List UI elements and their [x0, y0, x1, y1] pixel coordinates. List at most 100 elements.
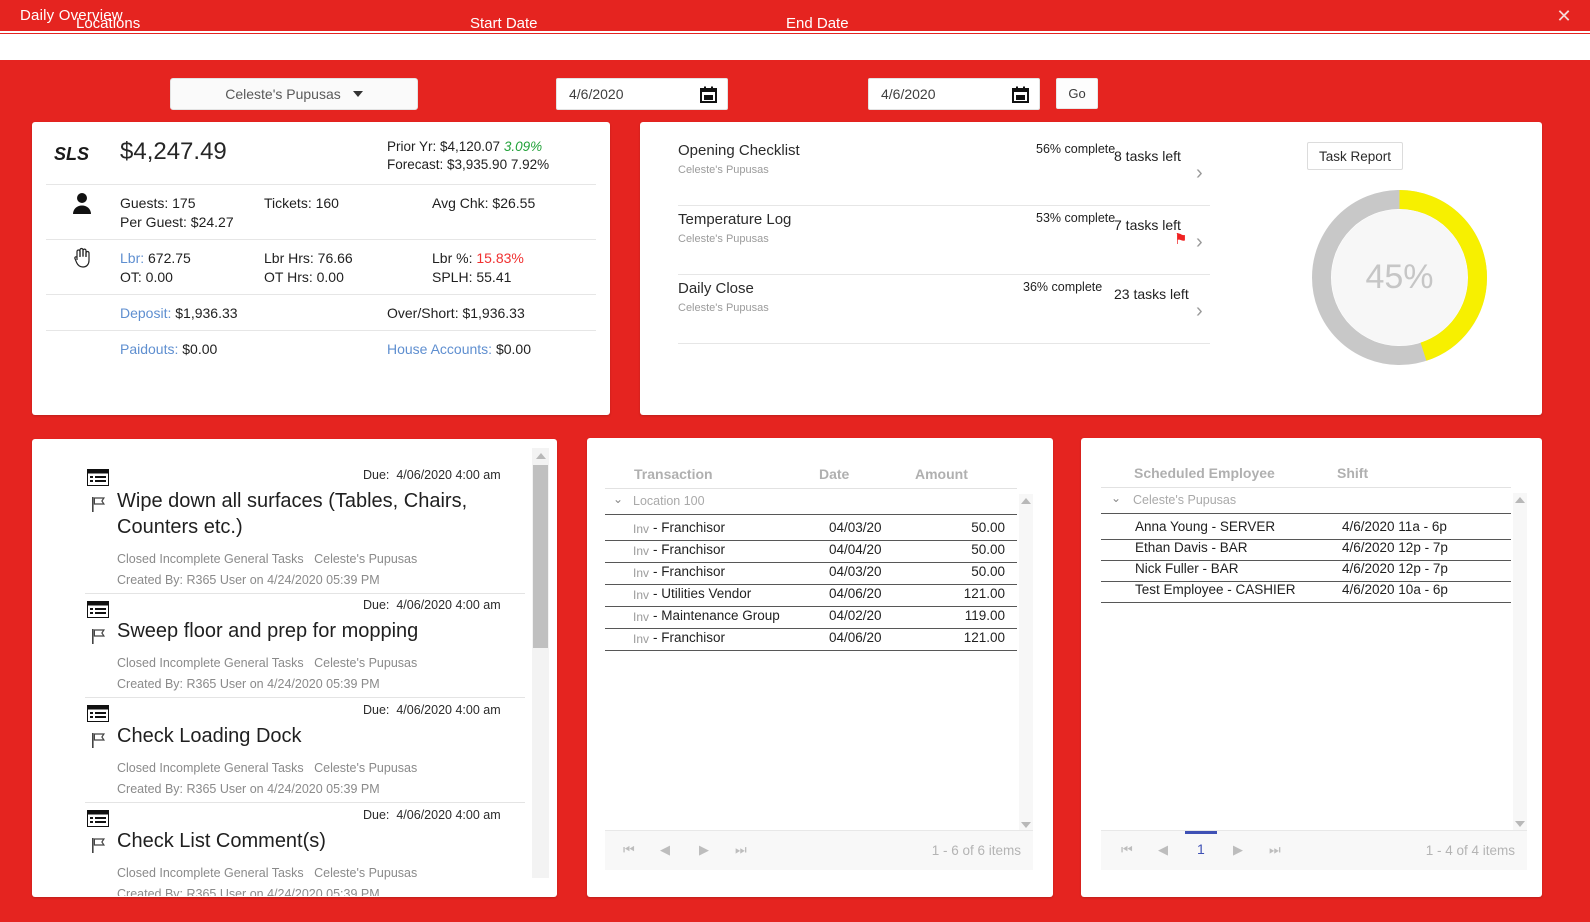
- table-row[interactable]: Test Employee - CASHIER 4/6/2020 10a - 6…: [1101, 581, 1511, 602]
- scroll-up-icon[interactable]: [532, 448, 549, 464]
- task-created: Created By: R365 User on 4/24/2020 05:39…: [117, 677, 380, 691]
- divider: [1101, 513, 1511, 514]
- daily-overview-app: Daily Overview ✕ Locations Celeste's Pup…: [0, 0, 1590, 922]
- chevron-right-icon[interactable]: ›: [1196, 162, 1203, 185]
- tasks-list: Due: 4/06/2020 4:00 am Wipe down all sur…: [33, 440, 540, 896]
- first-page-icon[interactable]: ⏮: [623, 842, 635, 858]
- guests-value: Guests: 175: [120, 195, 196, 211]
- task-due: Due: 4/06/2020 4:00 am: [363, 808, 501, 822]
- schedule-scrollbar[interactable]: [1513, 493, 1527, 831]
- splh-value: SPLH: 55.41: [432, 269, 512, 285]
- transaction-name: - Franchisor: [653, 630, 726, 645]
- start-date-input[interactable]: 4/6/2020: [556, 78, 728, 110]
- chevron-right-icon[interactable]: ›: [1196, 231, 1203, 254]
- next-page-icon[interactable]: ▶: [1233, 842, 1243, 858]
- task-report-button[interactable]: Task Report: [1307, 142, 1403, 170]
- location-dropdown[interactable]: Celeste's Pupusas: [170, 78, 418, 110]
- tickets-value: Tickets: 160: [264, 195, 339, 211]
- schedule-item-count: 1 - 4 of 4 items: [1425, 843, 1515, 858]
- column-header-scheduled-employee[interactable]: Scheduled Employee: [1134, 465, 1275, 481]
- employee-shift: 4/6/2020 11a - 6p: [1342, 519, 1447, 534]
- divider: [678, 343, 1210, 344]
- toolbar-spacer: [0, 34, 1590, 60]
- divider: [46, 330, 596, 331]
- task-due: Due: 4/06/2020 4:00 am: [363, 703, 501, 717]
- table-row[interactable]: Inv - Franchisor 04/03/20 50.00: [605, 519, 1017, 540]
- last-page-icon[interactable]: ⏭: [1269, 842, 1281, 858]
- overtime-hours: OT Hrs: 0.00: [264, 269, 344, 285]
- employee-shift: 4/6/2020 12p - 7p: [1342, 540, 1448, 555]
- prior-year: Prior Yr: $4,120.07 3.09%: [387, 139, 543, 154]
- divider: [85, 593, 525, 594]
- start-date-value: 4/6/2020: [569, 86, 624, 102]
- divider: [605, 488, 1017, 489]
- transaction-amount: 50.00: [971, 564, 1005, 579]
- transaction-amount: 121.00: [963, 630, 1005, 645]
- transaction-name: - Franchisor: [653, 542, 726, 557]
- close-icon[interactable]: ✕: [1552, 4, 1576, 28]
- divider: [678, 274, 1210, 275]
- transactions-item-count: 1 - 6 of 6 items: [931, 843, 1021, 858]
- table-row[interactable]: Ethan Davis - BAR 4/6/2020 12p - 7p: [1101, 539, 1511, 560]
- column-header-transaction[interactable]: Transaction: [634, 466, 713, 482]
- first-page-icon[interactable]: ⏮: [1121, 842, 1133, 858]
- table-row[interactable]: Nick Fuller - BAR 4/6/2020 12p - 7p: [1101, 560, 1511, 581]
- column-header-amount[interactable]: Amount: [915, 466, 968, 482]
- labor-hours: Lbr Hrs: 76.66: [264, 250, 353, 266]
- go-button[interactable]: Go: [1056, 78, 1098, 109]
- checklist-tasks-left: 23 tasks left: [1114, 286, 1189, 302]
- group-label: Celeste's Pupusas: [1133, 493, 1237, 507]
- flag-outline-icon: [91, 838, 108, 853]
- group-row[interactable]: ⌄ Celeste's Pupusas: [1101, 491, 1511, 513]
- transaction-date: 04/06/20: [829, 630, 882, 645]
- table-row[interactable]: Inv - Maintenance Group 04/02/20 119.00: [605, 607, 1017, 628]
- table-row[interactable]: Inv - Franchisor 04/03/20 50.00: [605, 563, 1017, 584]
- table-row[interactable]: Anna Young - SERVER 4/6/2020 11a - 6p: [1101, 518, 1511, 539]
- divider: [46, 239, 596, 240]
- scrollbar-thumb[interactable]: [533, 465, 548, 648]
- chevron-down-icon: [352, 91, 363, 97]
- previous-page-icon[interactable]: ◀: [1158, 842, 1168, 858]
- forecast: Forecast: $3,935.90 7.92%: [387, 157, 550, 172]
- tasks-scrollbar[interactable]: [532, 448, 549, 878]
- divider: [85, 802, 525, 803]
- locations-label: Locations: [76, 15, 141, 32]
- divider: [678, 205, 1210, 206]
- previous-page-icon[interactable]: ◀: [660, 842, 670, 858]
- column-header-date[interactable]: Date: [819, 466, 849, 482]
- transaction-date: 04/02/20: [829, 608, 882, 623]
- calendar-icon[interactable]: [1012, 86, 1029, 103]
- task-title: Check Loading Dock: [117, 725, 302, 747]
- task-due: Due: 4/06/2020 4:00 am: [363, 598, 501, 612]
- transactions-scrollbar[interactable]: [1019, 494, 1033, 832]
- checklist-tasks-left: 7 tasks left: [1114, 217, 1181, 233]
- task-status: Closed Incomplete General Tasks Celeste'…: [117, 552, 418, 566]
- schedule-pager: ⏮ ◀ 1 ▶ ⏭ 1 - 4 of 4 items: [1101, 830, 1527, 870]
- scroll-up-icon[interactable]: [1019, 494, 1033, 508]
- transaction-date: 04/03/20: [829, 520, 882, 535]
- task-due: Due: 4/06/2020 4:00 am: [363, 468, 501, 482]
- overtime-dollars: OT: 0.00: [120, 269, 173, 285]
- task-status: Closed Incomplete General Tasks Celeste'…: [117, 656, 418, 670]
- chevron-right-icon[interactable]: ›: [1196, 300, 1203, 323]
- transaction-name: - Franchisor: [653, 520, 726, 535]
- last-page-icon[interactable]: ⏭: [735, 842, 747, 858]
- group-row[interactable]: ⌄ Location 100: [605, 492, 1017, 514]
- flag-icon: ⚑: [1174, 231, 1188, 248]
- checklist-window-icon: [87, 810, 109, 827]
- task-created: Created By: R365 User on 4/24/2020 05:39…: [117, 782, 380, 796]
- column-header-shift[interactable]: Shift: [1337, 465, 1368, 481]
- scroll-up-icon[interactable]: [1513, 493, 1527, 507]
- next-page-icon[interactable]: ▶: [699, 842, 709, 858]
- table-row[interactable]: Inv - Franchisor 04/06/20 121.00: [605, 629, 1017, 650]
- checklist-window-icon: [87, 601, 109, 618]
- scroll-down-icon[interactable]: [1513, 817, 1527, 831]
- table-row[interactable]: Inv - Franchisor 04/04/20 50.00: [605, 541, 1017, 562]
- group-label: Location 100: [633, 494, 705, 508]
- task-created: Created By: R365 User on 4/24/2020 05:39…: [117, 887, 380, 896]
- calendar-icon[interactable]: [700, 86, 717, 103]
- page-number-1[interactable]: 1: [1197, 841, 1205, 857]
- checklist-location: Celeste's Pupusas: [678, 233, 769, 245]
- end-date-input[interactable]: 4/6/2020: [868, 78, 1040, 110]
- table-row[interactable]: Inv - Utilities Vendor 04/06/20 121.00: [605, 585, 1017, 606]
